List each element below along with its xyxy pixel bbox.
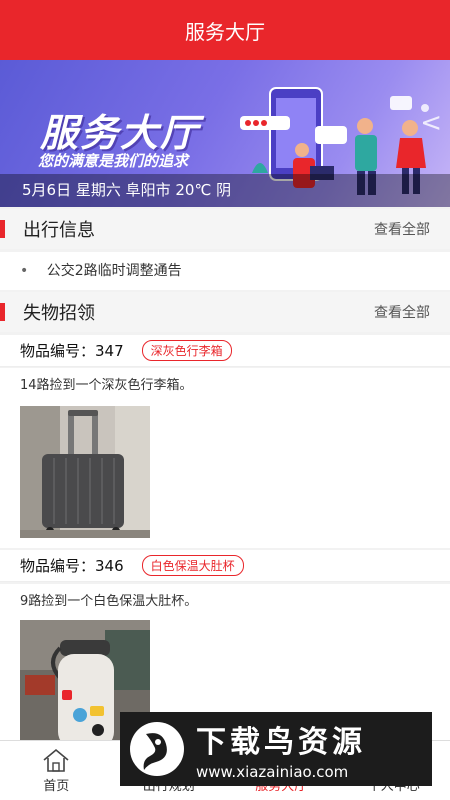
travel-info-header: 出行信息 查看全部 [0, 209, 450, 249]
banner-headline: 服务大厅 [40, 111, 201, 155]
travel-info-title: 出行信息 [23, 220, 95, 241]
section-accent-bar [0, 303, 5, 321]
item-description: 9路捡到一个白色保温大肚杯。 [0, 584, 450, 620]
tab-home[interactable]: 首页 [0, 741, 113, 800]
item-description: 14路捡到一个深灰色行李箱。 [0, 368, 450, 404]
lost-found-header: 失物招领 查看全部 [0, 292, 450, 332]
banner-carousel[interactable]: 服务大厅 您的满意是我们的追求 < 5月6日 星期六 阜阳市 20℃ 阴 [0, 60, 450, 207]
travel-view-all-link[interactable]: 查看全部 [374, 219, 430, 239]
bullet-icon: • [20, 263, 29, 279]
home-icon [43, 748, 69, 772]
item-tag: 白色保温大肚杯 [141, 555, 244, 576]
watermark-url: www.xiazainiao.com [196, 763, 349, 781]
item-tag: 深灰色行李箱 [141, 340, 232, 361]
tab-home-label: 首页 [43, 779, 70, 794]
date-weather-info: 5月6日 星期六 阜阳市 20℃ 阴 [0, 174, 450, 207]
watermark: 下载鸟资源 www.xiazainiao.com [120, 712, 432, 786]
item-photo-row [0, 404, 450, 548]
banner-prev-arrow[interactable]: < [420, 108, 442, 138]
page-title-bar: 服务大厅 [0, 0, 450, 60]
bird-logo-icon [130, 722, 184, 776]
item-number: 物品编号：346 [20, 557, 124, 575]
section-accent-bar [0, 220, 5, 238]
lost-view-all-link[interactable]: 查看全部 [374, 302, 430, 322]
page-title: 服务大厅 [185, 19, 265, 44]
notice-text: 公交2路临时调整通告 [46, 263, 182, 279]
item-number: 物品编号：347 [20, 342, 124, 360]
lost-item-header[interactable]: 物品编号：346 白色保温大肚杯 [0, 550, 450, 582]
banner-slogan: 您的满意是我们的追求 [38, 152, 189, 170]
lost-found-title: 失物招领 [23, 303, 95, 324]
suitcase-photo[interactable] [20, 406, 150, 538]
watermark-name: 下载鸟资源 [196, 725, 366, 760]
list-item[interactable]: • 公交2路临时调整通告 [0, 252, 450, 290]
lost-item-header[interactable]: 物品编号：347 深灰色行李箱 [0, 335, 450, 367]
